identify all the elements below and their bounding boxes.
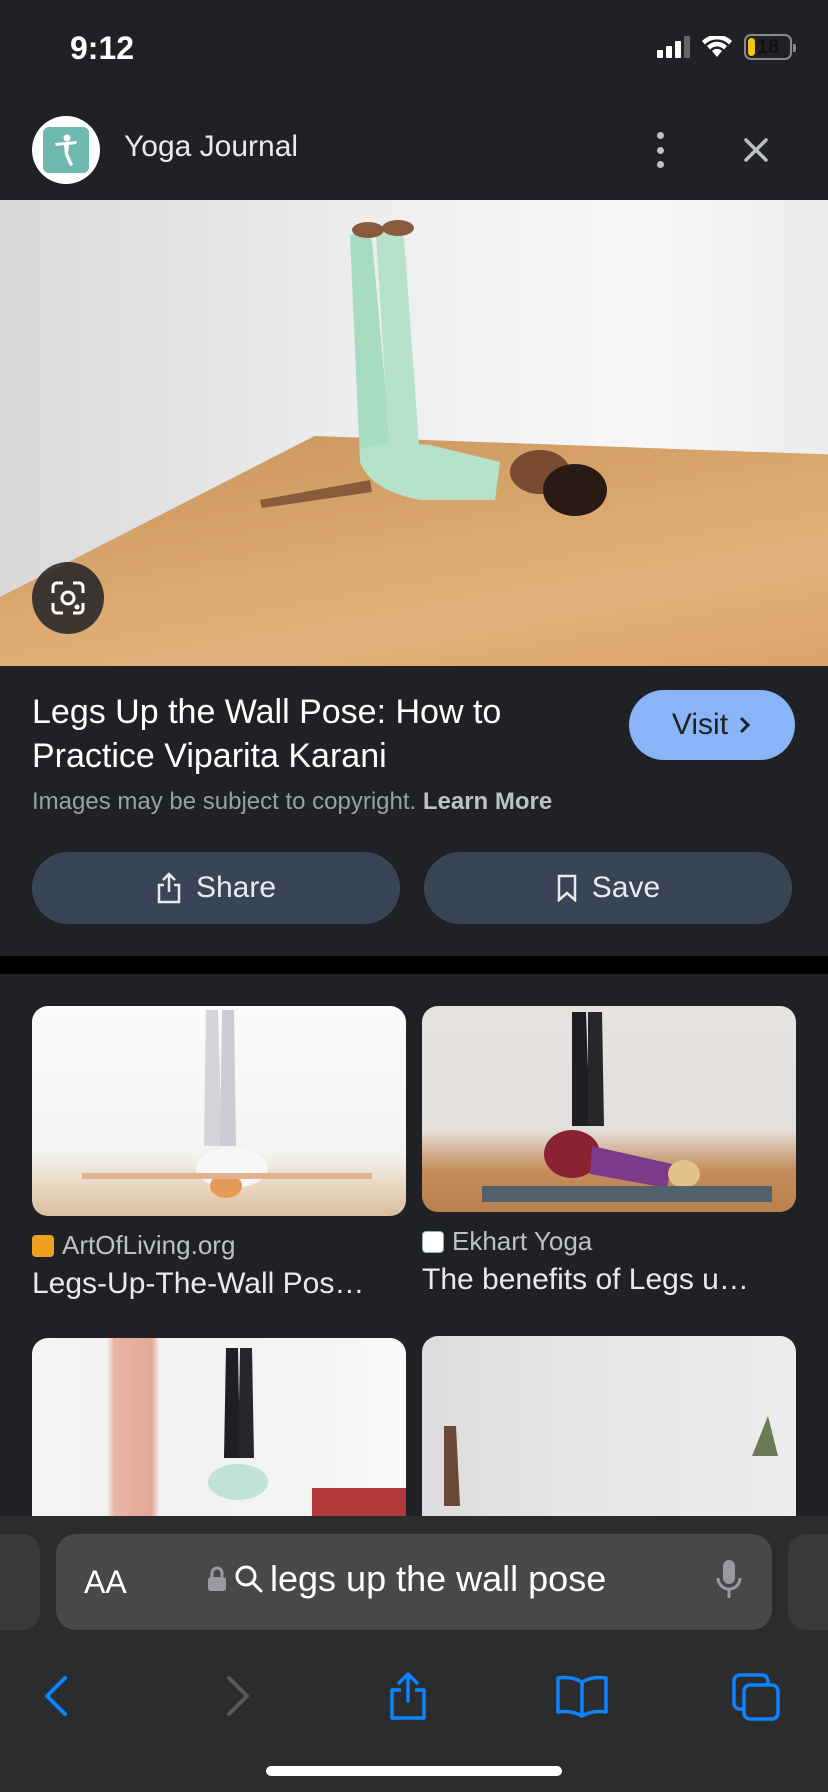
tabs-icon xyxy=(732,1673,780,1721)
share-button[interactable]: Share xyxy=(32,852,400,924)
bookmark-icon xyxy=(557,874,577,902)
book-icon xyxy=(556,1675,608,1718)
battery-icon: 18 xyxy=(744,34,796,60)
reader-settings-button[interactable]: AA xyxy=(84,1564,127,1601)
ekhart-favicon-icon xyxy=(422,1230,444,1253)
lens-search-button[interactable] xyxy=(32,562,104,634)
url-query[interactable]: legs up the wall pose xyxy=(270,1558,606,1600)
source-label: ArtOfLiving.org xyxy=(32,1230,406,1261)
section-divider xyxy=(0,956,828,974)
yoga-pose-figure xyxy=(444,1416,778,1506)
source-label: Ekhart Yoga xyxy=(422,1226,796,1257)
site-logo[interactable] xyxy=(32,116,100,184)
forward-arrow-icon xyxy=(227,1676,249,1716)
yoga-pose-icon xyxy=(55,134,77,166)
learn-more-link[interactable]: Learn More xyxy=(423,788,552,815)
result-header: Yoga Journal xyxy=(0,100,828,200)
yoga-pose-figure xyxy=(82,1010,372,1198)
image-caption[interactable]: The benefits of Legs u… xyxy=(422,1263,796,1297)
next-tab-preview[interactable] xyxy=(788,1534,828,1630)
save-button[interactable]: Save xyxy=(424,852,792,924)
microphone-icon[interactable] xyxy=(716,1558,742,1602)
share-icon xyxy=(390,1672,426,1720)
related-image[interactable] xyxy=(422,1336,796,1516)
save-label: Save xyxy=(591,871,661,904)
close-icon[interactable] xyxy=(736,130,776,170)
related-image[interactable] xyxy=(422,1006,796,1212)
copyright-notice: Images may be subject to copyright. Lear… xyxy=(32,788,552,816)
related-card[interactable] xyxy=(422,1336,796,1516)
related-card[interactable]: Ekhart Yoga The benefits of Legs u… xyxy=(422,1006,796,1297)
browser-toolbar: AA legs up the wall pose xyxy=(0,1516,828,1792)
battery-level: 18 xyxy=(756,36,780,58)
status-bar: 9:12 18 xyxy=(0,0,828,100)
share-icon xyxy=(157,872,181,904)
previous-tab-preview[interactable] xyxy=(0,1534,40,1630)
bookmarks-button[interactable] xyxy=(552,1666,612,1726)
google-lens-icon xyxy=(51,581,85,615)
result-image[interactable] xyxy=(0,200,828,666)
site-name[interactable]: Yoga Journal xyxy=(124,130,298,164)
yoga-pose-figure xyxy=(482,1012,772,1202)
source-name: ArtOfLiving.org xyxy=(62,1230,236,1260)
related-card[interactable]: ArtOfLiving.org Legs-Up-The-Wall Pos… xyxy=(32,1006,406,1301)
more-options-icon[interactable] xyxy=(646,128,674,172)
visit-button[interactable]: Visit xyxy=(629,690,795,760)
yoga-pose-figure xyxy=(260,220,607,516)
related-image[interactable] xyxy=(32,1338,406,1516)
status-icons: 18 xyxy=(657,34,796,60)
chevron-right-icon xyxy=(740,716,751,734)
yoga-pose-figure xyxy=(208,1348,406,1516)
address-content[interactable]: legs up the wall pose xyxy=(206,1558,606,1600)
forward-button[interactable] xyxy=(208,1666,268,1726)
related-image[interactable] xyxy=(32,1006,406,1216)
navigation-row xyxy=(0,1646,828,1746)
artofliving-favicon-icon xyxy=(32,1234,54,1257)
share-sheet-button[interactable] xyxy=(378,1666,438,1726)
back-button[interactable] xyxy=(26,1666,86,1726)
related-card[interactable] xyxy=(32,1338,406,1516)
related-images-grid: ArtOfLiving.org Legs-Up-The-Wall Pos… Ek… xyxy=(0,974,828,1516)
result-title[interactable]: Legs Up the Wall Pose: How to Practice V… xyxy=(32,690,552,778)
share-label: Share xyxy=(195,871,277,904)
search-icon xyxy=(235,1565,263,1593)
back-arrow-icon xyxy=(45,1676,67,1716)
source-name: Ekhart Yoga xyxy=(452,1226,593,1256)
status-time: 9:12 xyxy=(70,30,135,66)
home-indicator[interactable] xyxy=(266,1766,562,1776)
address-bar[interactable]: AA legs up the wall pose xyxy=(56,1534,772,1630)
visit-label: Visit xyxy=(671,708,729,741)
image-caption[interactable]: Legs-Up-The-Wall Pos… xyxy=(32,1267,406,1301)
copyright-text: Images may be subject to copyright. xyxy=(32,788,417,815)
lock-icon xyxy=(208,1566,226,1591)
tabs-button[interactable] xyxy=(726,1666,786,1726)
signal-icon xyxy=(657,36,690,58)
wifi-icon xyxy=(702,36,732,57)
